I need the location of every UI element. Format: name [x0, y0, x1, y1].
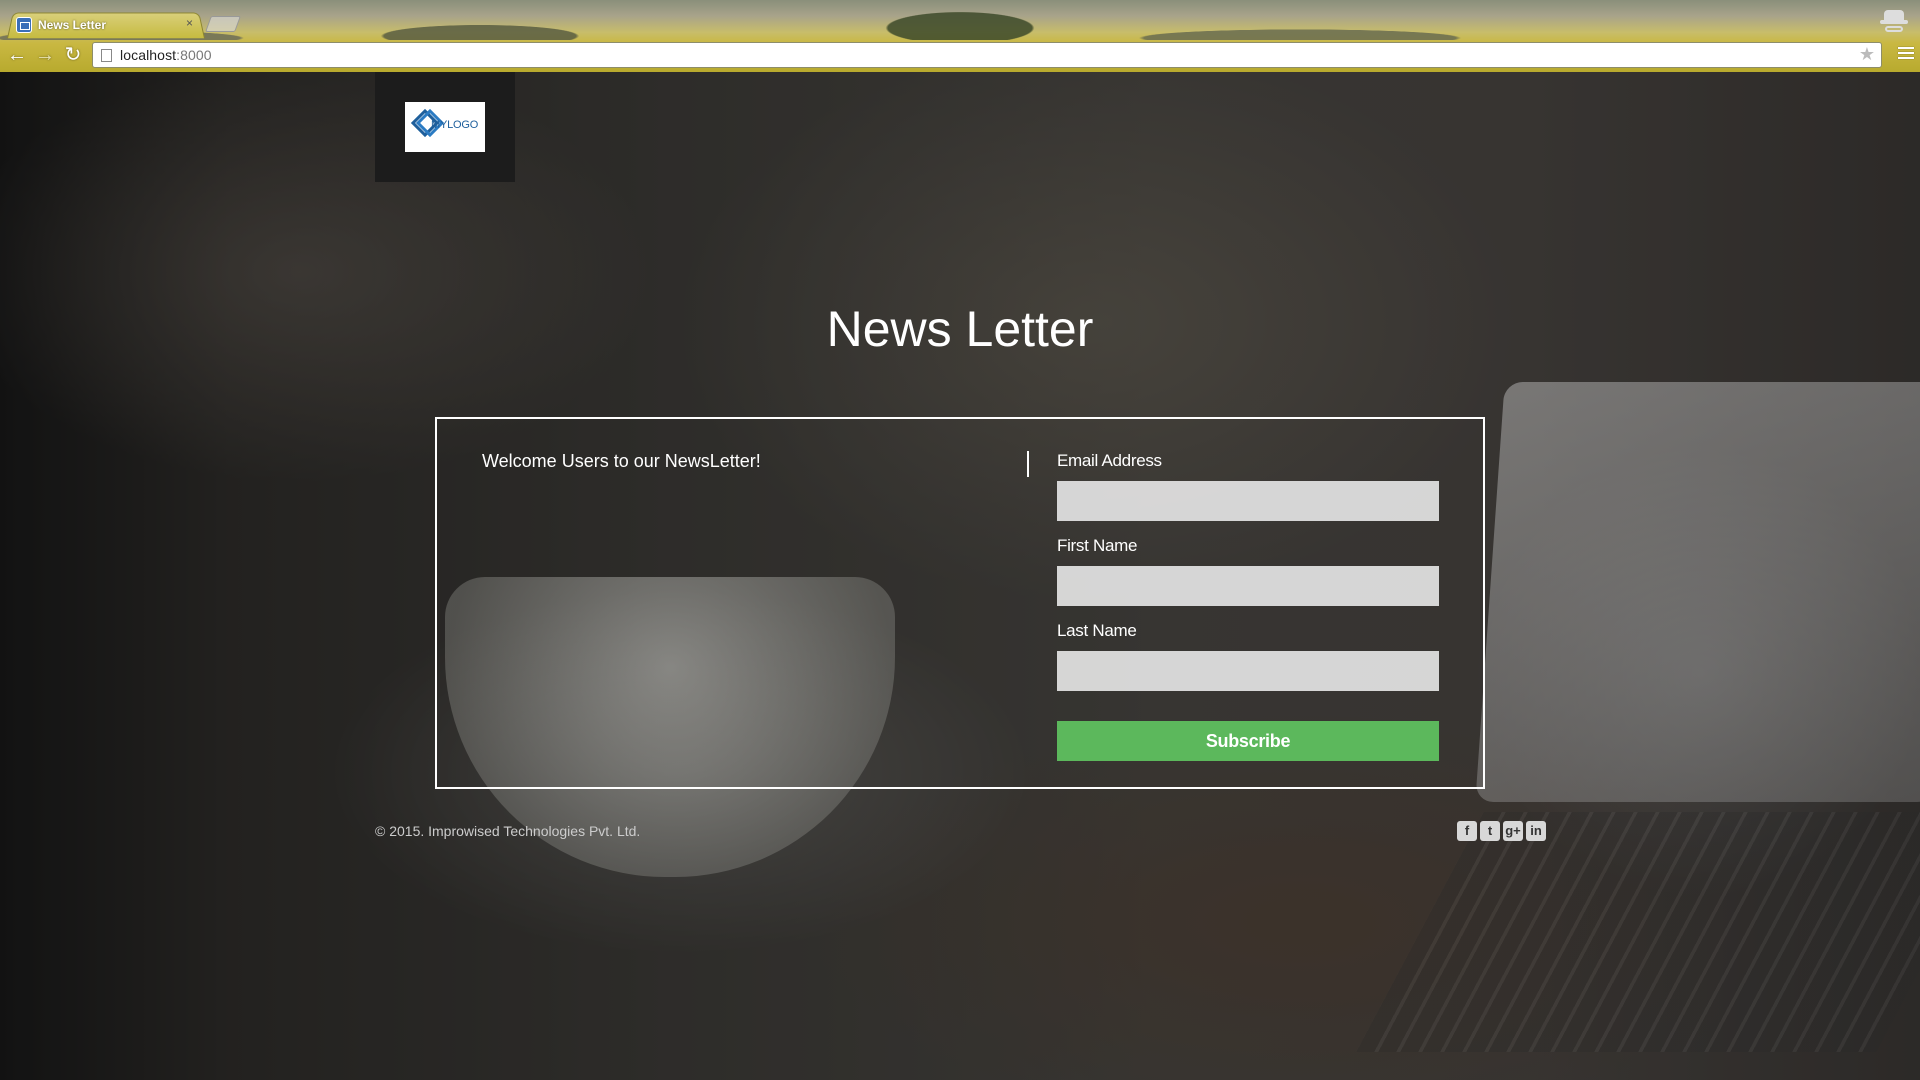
browser-chrome: News Letter × ← → ↻ localhost:8000 ★: [0, 0, 1920, 72]
welcome-text: Welcome Users to our NewsLetter!: [482, 451, 761, 471]
logo-container[interactable]: MYLOGO: [375, 72, 515, 182]
first-name-label: First Name: [1057, 536, 1138, 555]
subscribe-button[interactable]: Subscribe: [1057, 721, 1439, 761]
twitter-icon[interactable]: t: [1480, 821, 1500, 841]
page-background: MYLOGO News Letter Welcome Users to our …: [0, 72, 1920, 1080]
reload-icon: ↻: [64, 44, 82, 66]
bookmark-star-icon[interactable]: ★: [1859, 44, 1875, 65]
background-photo-laptop: [1475, 382, 1920, 802]
address-bar[interactable]: localhost:8000 ★: [92, 42, 1882, 68]
background-photo-keyboard: [1356, 812, 1920, 1052]
page-title: News Letter: [826, 301, 1094, 357]
hamburger-menu-icon[interactable]: [1898, 47, 1914, 61]
copyright-text: © 2015. Improwised Technologies Pvt. Ltd…: [375, 823, 641, 839]
reload-button[interactable]: ↻: [62, 44, 84, 66]
favicon-icon: [16, 17, 32, 33]
tab-title: News Letter: [38, 18, 107, 32]
url-host: localhost: [120, 47, 177, 63]
divider: [1027, 451, 1029, 477]
back-button[interactable]: ←: [6, 44, 28, 66]
logo-text: MYLOGO: [431, 119, 479, 131]
url-port: :8000: [176, 47, 212, 63]
first-name-field[interactable]: [1057, 566, 1439, 606]
newsletter-form-card: Welcome Users to our NewsLetter! Email A…: [435, 417, 1485, 789]
email-field[interactable]: [1057, 481, 1439, 521]
logo[interactable]: MYLOGO: [405, 102, 485, 152]
facebook-icon[interactable]: f: [1457, 821, 1477, 841]
last-name-label: Last Name: [1057, 621, 1137, 640]
linkedin-icon[interactable]: in: [1526, 821, 1546, 841]
browser-toolbar: ← → ↻ localhost:8000 ★: [0, 38, 1920, 72]
new-tab-button[interactable]: [205, 16, 241, 32]
tab-close-icon[interactable]: ×: [186, 16, 193, 30]
google-plus-icon[interactable]: g+: [1503, 821, 1523, 841]
arrow-right-icon: →: [35, 44, 55, 66]
arrow-left-icon: ←: [7, 44, 27, 66]
page-icon: [101, 48, 112, 62]
email-label: Email Address: [1057, 451, 1162, 470]
theme-background: [0, 0, 1920, 40]
social-links: f t g+ in: [1457, 821, 1546, 841]
incognito-icon: [1880, 8, 1908, 34]
last-name-field[interactable]: [1057, 651, 1439, 691]
forward-button[interactable]: →: [34, 44, 56, 66]
browser-tab-content[interactable]: News Letter: [16, 15, 106, 35]
url-text[interactable]: localhost:8000: [120, 47, 212, 63]
